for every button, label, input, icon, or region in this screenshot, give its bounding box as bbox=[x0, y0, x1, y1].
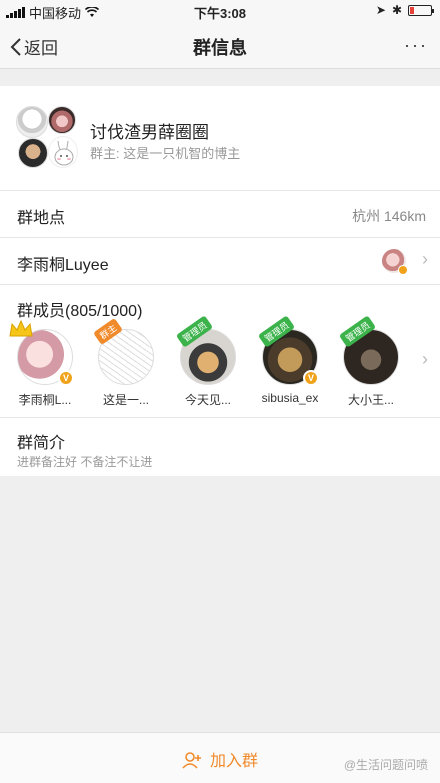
owner-avatar bbox=[382, 249, 408, 275]
status-time: 下午3:08 bbox=[193, 6, 247, 21]
nav-bar: 返回 群信息 ··· bbox=[0, 22, 440, 69]
battery-icon bbox=[408, 4, 434, 16]
member-name: sibusia_ex bbox=[261, 391, 319, 405]
group-location-row[interactable]: 群地点 杭州 146km bbox=[0, 191, 440, 238]
bunny-avatar bbox=[48, 136, 78, 168]
bluetooth-icon: ✱ bbox=[391, 3, 402, 17]
admin-tag: 管理员 bbox=[175, 315, 214, 348]
watermark: @生活问题问喷 bbox=[343, 758, 428, 772]
member-name: 这是一... bbox=[102, 393, 149, 407]
avatar: V bbox=[9, 319, 74, 386]
group-intro-section[interactable]: 群简介 进群备注好 不备注不让进 bbox=[0, 418, 440, 476]
avatar bbox=[18, 138, 48, 168]
chevron-right-icon: › bbox=[422, 249, 428, 269]
location-arrow-icon: ➤ bbox=[375, 3, 386, 17]
join-label: 加入群 bbox=[209, 753, 258, 770]
admin-tag: 管理员 bbox=[257, 315, 296, 348]
group-owner-note: 群主: 这是一只机智的博主 bbox=[90, 146, 241, 161]
avatar bbox=[16, 106, 48, 138]
member-name: 今天见... bbox=[184, 393, 231, 407]
avatar: 群主 bbox=[93, 317, 154, 385]
crown-icon bbox=[9, 319, 33, 337]
group-owner-row[interactable]: 李雨桐Luyee › bbox=[0, 238, 440, 285]
avatar bbox=[48, 106, 76, 134]
member-item[interactable]: V 李雨桐L... bbox=[7, 319, 83, 408]
intro-label: 群简介 bbox=[17, 435, 66, 452]
more-icon[interactable]: ··· bbox=[404, 35, 428, 56]
members-label: 群成员(805/1000) bbox=[17, 303, 143, 320]
avatar: 管理员 bbox=[175, 315, 236, 385]
add-group-icon bbox=[182, 752, 201, 769]
avatar: 管理员 bbox=[338, 315, 399, 385]
member-item[interactable]: 管理员 大小王... bbox=[333, 315, 409, 408]
intro-desc: 进群备注好 不备注不让进 bbox=[17, 455, 153, 469]
member-item[interactable]: 管理员 V sibusia_ex bbox=[252, 315, 328, 405]
member-name: 大小王... bbox=[347, 393, 394, 407]
group-avatar bbox=[16, 106, 78, 170]
verified-badge-icon: V bbox=[303, 370, 319, 386]
group-name: 讨伐渣男薛圈圈 bbox=[90, 123, 209, 142]
verified-badge-icon bbox=[398, 265, 408, 275]
status-bar: 中国移动 下午3:08 ➤ ✱ bbox=[0, 0, 440, 22]
admin-tag: 管理员 bbox=[338, 315, 377, 348]
status-right: ➤ ✱ bbox=[375, 3, 434, 17]
owner-name: 李雨桐Luyee bbox=[17, 257, 109, 274]
member-item[interactable]: 群主 这是一... bbox=[88, 317, 164, 408]
member-item[interactable]: 管理员 今天见... bbox=[170, 315, 246, 408]
bottom-bar: 加入群 @生活问题问喷 bbox=[0, 732, 440, 783]
avatar: 管理员 V bbox=[257, 315, 319, 386]
owner-tag: 群主 bbox=[93, 317, 123, 346]
page-title: 群信息 bbox=[193, 38, 247, 58]
chevron-right-icon[interactable]: › bbox=[422, 349, 428, 370]
location-value: 杭州 146km bbox=[352, 208, 426, 224]
location-label: 群地点 bbox=[17, 210, 66, 227]
group-members-section[interactable]: 群成员(805/1000) V 李雨桐L... 群主 这是一... 管理员 今天… bbox=[0, 285, 440, 418]
verified-badge-icon: V bbox=[58, 370, 74, 386]
member-name: 李雨桐L... bbox=[18, 393, 72, 407]
